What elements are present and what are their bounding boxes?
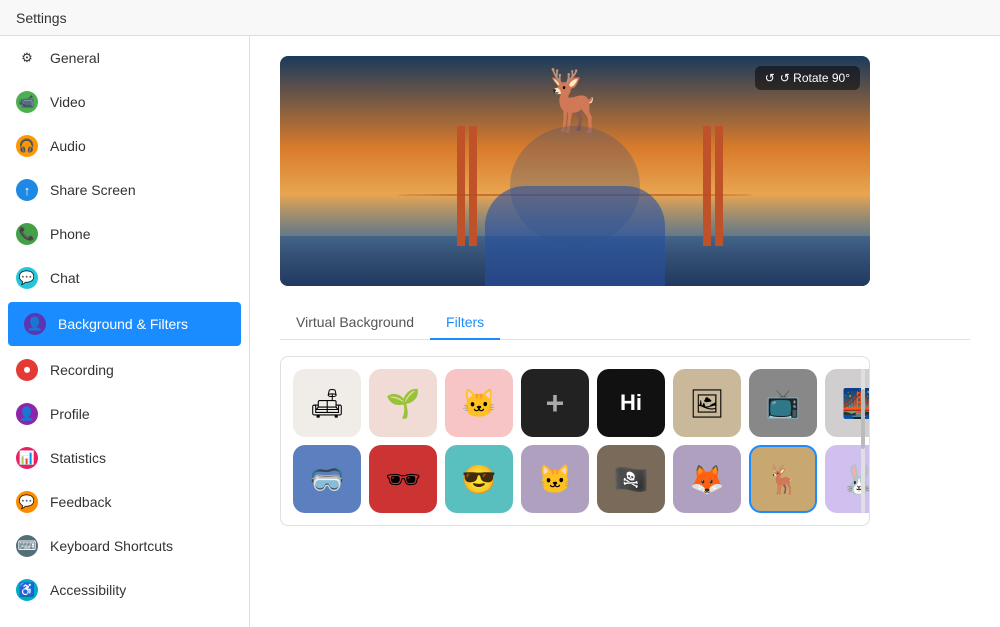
filter-pirate[interactable]: 🏴‍☠️ xyxy=(597,445,665,513)
filter-fox[interactable]: 🦊 xyxy=(673,445,741,513)
recording-icon: ⏺ xyxy=(16,359,38,381)
filter-add[interactable]: + xyxy=(521,369,589,437)
sidebar-label-accessibility: Accessibility xyxy=(50,582,126,598)
sidebar-item-keyboard-shortcuts[interactable]: ⌨ Keyboard Shortcuts xyxy=(0,524,249,568)
sidebar-label-keyboard-shortcuts: Keyboard Shortcuts xyxy=(50,538,173,554)
sidebar-item-chat[interactable]: 💬 Chat xyxy=(0,256,249,300)
bridge-tower-right xyxy=(715,126,723,246)
sidebar-label-recording: Recording xyxy=(50,362,114,378)
sidebar-label-profile: Profile xyxy=(50,406,90,422)
filter-vr[interactable]: 🥽 xyxy=(293,445,361,513)
sidebar-item-statistics[interactable]: 📊 Statistics xyxy=(0,436,249,480)
filter-none[interactable]: 🛋 xyxy=(293,369,361,437)
filter-tv[interactable]: 📺 xyxy=(749,369,817,437)
filter-deer[interactable]: 🦌 xyxy=(749,445,817,513)
person-silhouette: 🦌 xyxy=(445,66,705,286)
sidebar-label-general: General xyxy=(50,50,100,66)
accessibility-icon: ♿ xyxy=(16,579,38,601)
sidebar-item-audio[interactable]: 🎧 Audio xyxy=(0,124,249,168)
title-bar: Settings xyxy=(0,0,1000,36)
rotate-label: ↺ Rotate 90° xyxy=(780,71,850,85)
filter-hi[interactable]: Hi xyxy=(597,369,665,437)
sidebar-label-share-screen: Share Screen xyxy=(50,182,136,198)
body-overlay xyxy=(485,186,665,286)
scrollbar-track xyxy=(861,369,865,513)
sidebar-label-background-filters: Background & Filters xyxy=(58,316,188,332)
sidebar-label-statistics: Statistics xyxy=(50,450,106,466)
filter-plant[interactable]: 🌱 xyxy=(369,369,437,437)
chat-icon: 💬 xyxy=(16,267,38,289)
sidebar-item-share-screen[interactable]: ↑ Share Screen xyxy=(0,168,249,212)
statistics-icon: 📊 xyxy=(16,447,38,469)
filters-grid: 🛋🌱🐱+Hi🖼📺🌉🥽🕶😎🐱🏴‍☠️🦊🦌🐰 xyxy=(293,369,857,513)
video-icon: 📹 xyxy=(16,91,38,113)
title-bar-label: Settings xyxy=(16,10,67,26)
rotate-button[interactable]: ↺ ↺ Rotate 90° xyxy=(755,66,860,90)
sidebar: ⚙ General 📹 Video 🎧 Audio ↑ Share Screen 📞 Phone 💬… xyxy=(0,36,250,627)
feedback-icon: 💬 xyxy=(16,491,38,513)
filter-3d-glasses[interactable]: 🕶 xyxy=(369,445,437,513)
sidebar-item-video[interactable]: 📹 Video xyxy=(0,80,249,124)
tabs-row: Virtual BackgroundFilters xyxy=(280,306,970,340)
sidebar-item-background-filters[interactable]: 👤 Background & Filters xyxy=(8,302,241,346)
sidebar-item-accessibility[interactable]: ♿ Accessibility xyxy=(0,568,249,612)
sidebar-label-phone: Phone xyxy=(50,226,90,242)
sidebar-item-general[interactable]: ⚙ General xyxy=(0,36,249,80)
sidebar-item-phone[interactable]: 📞 Phone xyxy=(0,212,249,256)
sidebar-label-audio: Audio xyxy=(50,138,86,154)
scrollbar-thumb[interactable] xyxy=(861,389,865,449)
sidebar-item-feedback[interactable]: 💬 Feedback xyxy=(0,480,249,524)
sidebar-label-video: Video xyxy=(50,94,86,110)
filter-portrait[interactable]: 🖼 xyxy=(673,369,741,437)
content-area: 🦌 ↺ ↺ Rotate 90° Virtual BackgroundFilte… xyxy=(250,36,1000,627)
video-preview: 🦌 ↺ ↺ Rotate 90° xyxy=(280,56,870,286)
sidebar-item-recording[interactable]: ⏺ Recording xyxy=(0,348,249,392)
profile-icon: 👤 xyxy=(16,403,38,425)
audio-icon: 🎧 xyxy=(16,135,38,157)
tab-virtual-background[interactable]: Virtual Background xyxy=(280,306,430,340)
general-icon: ⚙ xyxy=(16,47,38,69)
phone-icon: 📞 xyxy=(16,223,38,245)
tab-filters[interactable]: Filters xyxy=(430,306,500,340)
sidebar-item-profile[interactable]: 👤 Profile xyxy=(0,392,249,436)
filter-cool[interactable]: 😎 xyxy=(445,445,513,513)
rotate-icon: ↺ xyxy=(765,71,775,85)
filter-cat2[interactable]: 🐱 xyxy=(521,445,589,513)
background-filters-icon: 👤 xyxy=(24,313,46,335)
keyboard-shortcuts-icon: ⌨ xyxy=(16,535,38,557)
sidebar-label-feedback: Feedback xyxy=(50,494,111,510)
sidebar-label-chat: Chat xyxy=(50,270,80,286)
main-container: ⚙ General 📹 Video 🎧 Audio ↑ Share Screen 📞 Phone 💬… xyxy=(0,36,1000,627)
filter-pink[interactable]: 🐱 xyxy=(445,369,513,437)
share-screen-icon: ↑ xyxy=(16,179,38,201)
filters-container: 🛋🌱🐱+Hi🖼📺🌉🥽🕶😎🐱🏴‍☠️🦊🦌🐰 xyxy=(280,356,870,526)
